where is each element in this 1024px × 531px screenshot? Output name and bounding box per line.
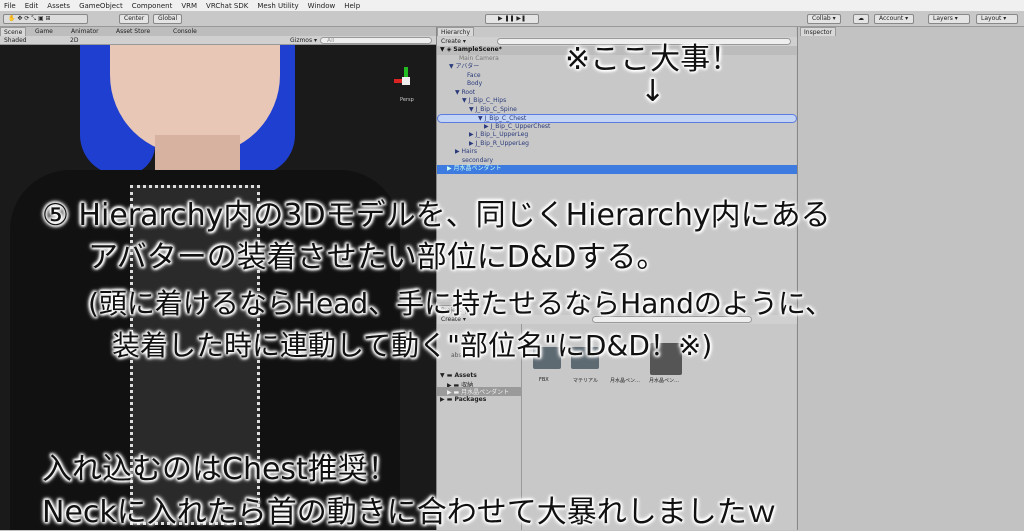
menu-item[interactable]: GameObject (79, 2, 123, 10)
menu-item[interactable]: VRM (181, 2, 197, 10)
menu-item[interactable]: Help (344, 2, 360, 10)
file-label: マテリアル (573, 378, 598, 384)
tree-folder-selected[interactable]: ▶ ▬ 月水晶ペンダント (437, 387, 522, 396)
list-item[interactable]: ▶ J_Bip_C_UpperChest (437, 123, 797, 132)
file-label: 月水晶ペン… (610, 378, 641, 384)
inspector-panel: Inspector (797, 27, 1024, 530)
label: Collab ▾ (812, 15, 836, 22)
scene-gizmo[interactable]: Persp (392, 67, 422, 103)
list-item[interactable]: Body (437, 80, 797, 89)
scene-toolbar: Shaded 2D Gizmos ▾ All (0, 36, 436, 45)
pivot-center-button[interactable]: Center (119, 14, 150, 24)
list-item[interactable]: ▼ J_Bip_C_Hips (437, 97, 797, 106)
menu-item[interactable]: Window (308, 2, 336, 10)
caption-line3: (頭に着けるならHead、手に持たせるならHandのように、 (88, 287, 834, 320)
caption-line6: Neckに入れたら首の動きに合わせて大暴れしましたｗ (42, 495, 777, 530)
gizmos-dropdown[interactable]: Gizmos ▾ (290, 36, 317, 45)
menu-bar: File Edit Assets GameObject Component VRM VRCh… (0, 0, 1024, 11)
tree-packages[interactable]: ▶ ▬ Packages (440, 396, 486, 403)
caption-important: ※ここ大事！ (565, 42, 741, 77)
label: 月水晶ペンダント (453, 165, 502, 172)
label: Center (124, 15, 145, 22)
label: Hairs (461, 148, 477, 155)
file-label: 月水晶ペン… (649, 378, 680, 384)
scene-tabs: Scene Game Animator Asset Store Console (0, 27, 436, 36)
list-item[interactable]: ▼ J_Bip_C_Spine (437, 106, 797, 115)
label: アバター (455, 63, 480, 70)
menu-item[interactable]: Component (132, 2, 173, 10)
layout-dropdown[interactable]: Layout ▾ (976, 14, 1018, 24)
arrow-down-icon: ↓ (640, 74, 666, 109)
create-dropdown[interactable]: Create ▾ (441, 37, 466, 46)
file-label: FBX (539, 377, 549, 383)
tab-hierarchy[interactable]: Hierarchy (437, 27, 475, 36)
list-item[interactable]: ▶ 月水晶ペンダント (437, 165, 797, 174)
collab-button[interactable]: Collab ▾ (807, 14, 841, 24)
label: J_Bip_R_UpperLeg (475, 139, 529, 147)
label: Layers ▾ (933, 15, 958, 22)
label: J_Bip_C_Spine (475, 105, 517, 113)
label: J_Bip_C_UpperChest (490, 122, 551, 130)
toolbar: ✋ ✥ ⟳ ⤡ ▣ ⊞ Center Global ▶ ❚❚ ▶❚ Collab… (0, 11, 1024, 27)
tab-asset-store[interactable]: Asset Store (113, 27, 153, 36)
label: 月水晶ペンダント (461, 389, 510, 396)
tab-game[interactable]: Game (32, 27, 56, 36)
pivot-global-button[interactable]: Global (153, 14, 183, 24)
label: Layout ▾ (981, 15, 1007, 22)
tab-scene[interactable]: Scene (0, 27, 27, 36)
list-item[interactable]: ▶ J_Bip_R_UpperLeg (437, 140, 797, 149)
tab-animator[interactable]: Animator (68, 27, 102, 36)
layers-dropdown[interactable]: Layers ▾ (928, 14, 970, 24)
caption-line5: 入れ込むのはChest推奨！ (42, 452, 398, 487)
menu-item[interactable]: VRChat SDK (206, 2, 248, 10)
label: SampleScene* (453, 46, 502, 53)
play-controls[interactable]: ▶ ❚❚ ▶❚ (485, 14, 539, 24)
menu-item[interactable]: Edit (25, 2, 39, 10)
label: Assets (454, 372, 477, 379)
label: J_Bip_C_Chest (484, 115, 527, 122)
persp-label: Persp (400, 97, 414, 103)
label: Packages (454, 396, 487, 403)
caption-line2: アバターの装着させたい部位にD&Dする。 (88, 240, 667, 275)
label: Account ▾ (879, 15, 909, 22)
caption-line4: 装着した時に連動して動く"部位名"にD&D！※) (112, 329, 713, 362)
scene-search-input[interactable]: All (320, 37, 432, 44)
tree-assets[interactable]: ▼ ▬ Assets (440, 372, 477, 379)
transform-tools[interactable]: ✋ ✥ ⟳ ⤡ ▣ ⊞ (3, 14, 88, 24)
label: J_Bip_L_UpperLeg (475, 131, 529, 138)
tab-inspector[interactable]: Inspector (800, 27, 836, 36)
label: Root (461, 88, 476, 96)
caption-line1: ⑤ Hierarchy内の3Dモデルを、同じくHierarchy内にある (42, 198, 831, 233)
account-dropdown[interactable]: Account ▾ (874, 14, 914, 24)
list-item-selected[interactable]: ▼ J_Bip_C_Chest (437, 114, 797, 123)
label: Global (158, 15, 178, 22)
list-item[interactable]: ▶ J_Bip_L_UpperLeg (437, 131, 797, 140)
list-item[interactable]: ▶ Hairs (437, 148, 797, 157)
list-item[interactable]: ▼ Root (437, 89, 797, 98)
tab-console[interactable]: Console (170, 27, 200, 36)
menu-item[interactable]: File (4, 2, 16, 10)
cloud-icon[interactable]: ☁ (853, 14, 869, 24)
menu-item[interactable]: Mesh Utility (257, 2, 298, 10)
list-item[interactable]: secondary (437, 157, 797, 166)
menu-item[interactable]: Assets (47, 2, 70, 10)
label: J_Bip_C_Hips (468, 97, 507, 104)
2d-toggle[interactable]: 2D (70, 36, 78, 45)
shading-dropdown[interactable]: Shaded (4, 36, 27, 45)
